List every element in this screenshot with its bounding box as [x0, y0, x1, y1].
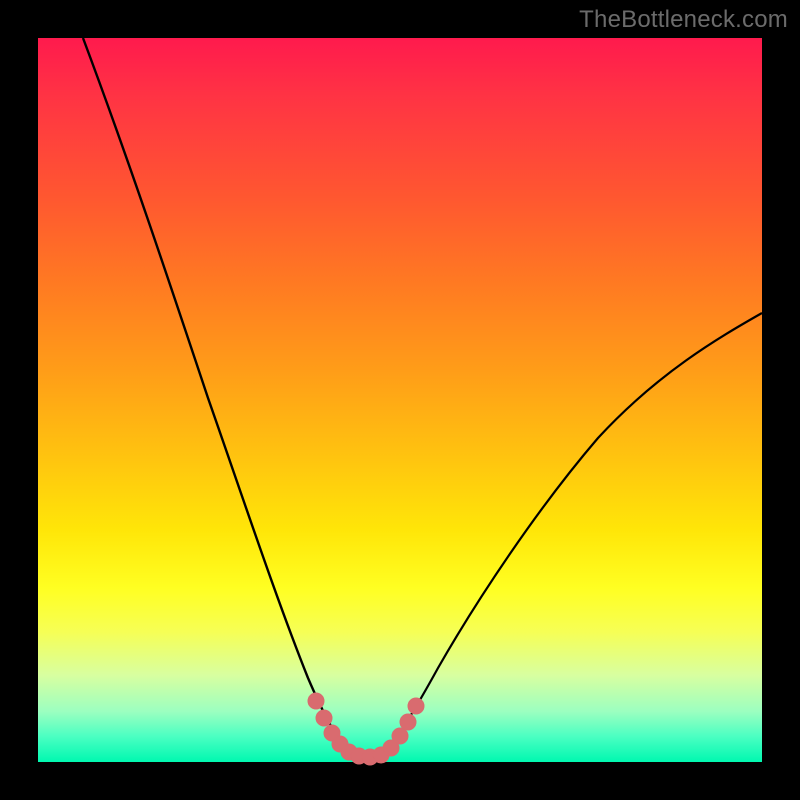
- watermark-text: TheBottleneck.com: [579, 6, 788, 34]
- marker-dot: [408, 698, 424, 714]
- valley-marker-group: [308, 693, 424, 765]
- curve-layer: [38, 38, 762, 762]
- marker-dot: [308, 693, 324, 709]
- chart-frame: TheBottleneck.com: [0, 0, 800, 800]
- marker-dot: [400, 714, 416, 730]
- left-curve: [83, 38, 354, 756]
- plot-area: [38, 38, 762, 762]
- right-curve: [383, 313, 762, 756]
- marker-dot: [316, 710, 332, 726]
- marker-dot: [392, 728, 408, 744]
